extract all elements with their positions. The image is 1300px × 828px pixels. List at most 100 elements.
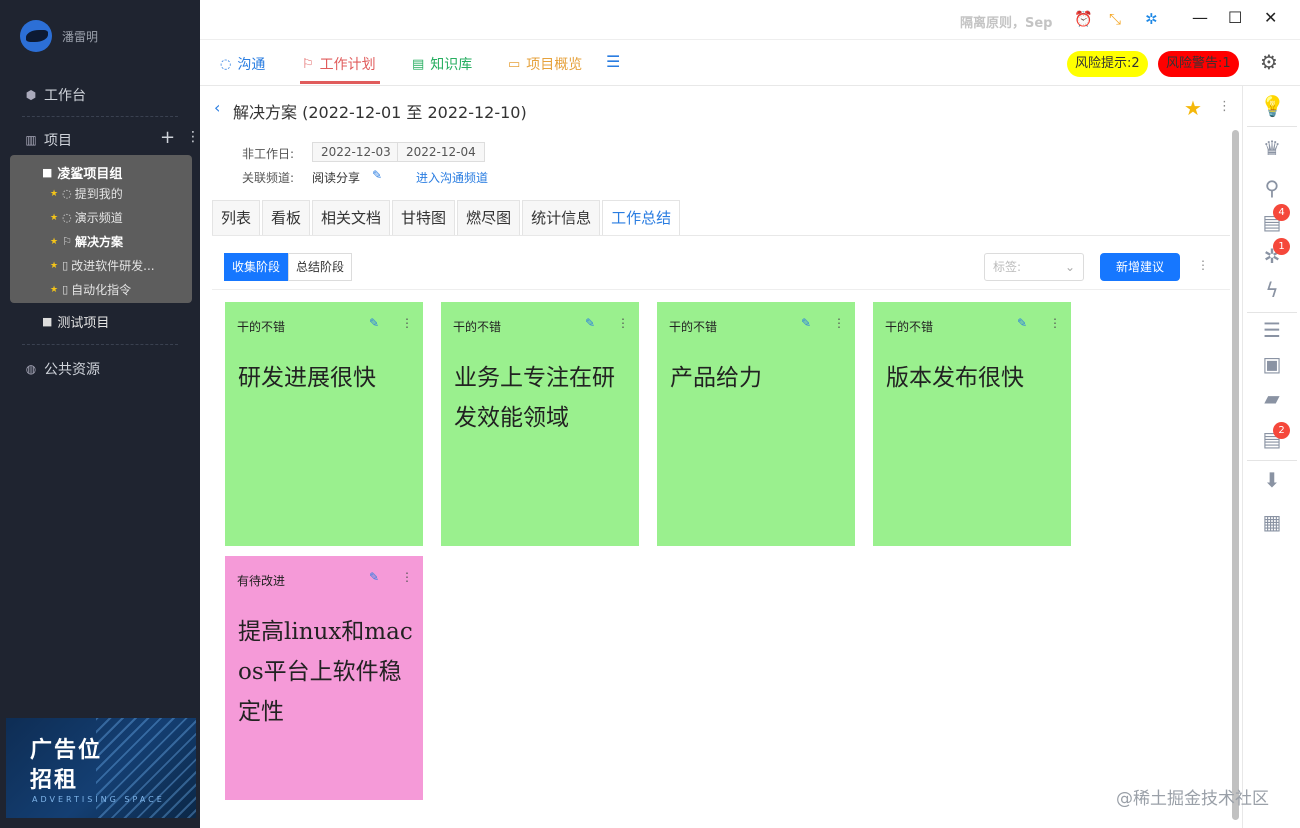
card-text: 产品给力 xyxy=(670,365,762,391)
shrink-icon[interactable]: ⤡ xyxy=(1109,10,1121,28)
edit-icon[interactable]: ✎ xyxy=(369,570,379,584)
sidebar-item-mentions[interactable]: ★ ◌ 提到我的 xyxy=(50,185,123,202)
stage-collect-button[interactable]: 收集阶段 xyxy=(224,253,289,281)
sidebar-item-label: 改进软件研发... xyxy=(71,259,155,273)
location-icon[interactable]: ⚲ xyxy=(1260,176,1284,200)
more-icon[interactable]: ⋮ xyxy=(401,570,413,584)
divider xyxy=(1247,312,1297,313)
enter-channel-link[interactable]: 进入沟通频道 xyxy=(416,169,488,186)
tab-overview[interactable]: ▭ 项目概览 xyxy=(508,54,582,74)
tab-summary[interactable]: 工作总结 xyxy=(602,200,681,236)
flag-icon: ⚐ xyxy=(62,235,72,248)
active-tab-indicator xyxy=(300,81,380,84)
sidebar-item-label: 演示频道 xyxy=(74,211,123,225)
tab-stats[interactable]: 统计信息 xyxy=(522,200,601,236)
chat-icon: ◌ xyxy=(220,56,232,72)
tab-gantt[interactable]: 甘特图 xyxy=(392,200,456,236)
flash-icon[interactable]: ϟ xyxy=(1260,278,1284,302)
folder-icon: ■ xyxy=(42,166,53,179)
lightbulb-icon[interactable]: 💡 xyxy=(1260,94,1285,118)
server-icon[interactable]: ☰ xyxy=(1260,318,1284,342)
sidebar-item-improve-doc[interactable]: ★ ▯ 改进软件研发... xyxy=(50,257,155,274)
sidebar-item-test-project[interactable]: ■ 测试项目 xyxy=(42,312,109,331)
summary-card[interactable]: 干的不错 ✎ ⋮ 业务上专注在研发效能领域 xyxy=(441,302,639,546)
more-icon[interactable]: ⋮ xyxy=(833,316,845,330)
edit-icon[interactable]: ✎ xyxy=(801,316,811,330)
menu-icon[interactable]: ☰ xyxy=(606,52,620,71)
alarm-icon[interactable]: ⏰ xyxy=(1074,10,1093,28)
divider xyxy=(22,116,178,117)
chat-icon: ◌ xyxy=(62,187,72,200)
card-text: 业务上专注在研发效能领域 xyxy=(454,365,615,431)
summary-card[interactable]: 干的不错 ✎ ⋮ 产品给力 xyxy=(657,302,855,546)
bug-icon[interactable]: ✲ xyxy=(1145,10,1158,28)
risk-hint-badge[interactable]: 风险提示:2 xyxy=(1067,51,1148,77)
tab-docs[interactable]: 相关文档 xyxy=(312,200,391,236)
tab-knowledge[interactable]: ▤ 知识库 xyxy=(412,54,472,74)
divider xyxy=(1247,460,1297,461)
sidebar-item-solution[interactable]: ★ ⚐ 解决方案 xyxy=(50,233,123,250)
scrollbar[interactable] xyxy=(1232,130,1239,820)
more-icon[interactable]: ⋮ xyxy=(401,316,413,330)
more-icon[interactable]: ⋮ xyxy=(617,316,629,330)
tab-label: 工作计划 xyxy=(319,57,376,73)
tag-select[interactable]: 标签: ⌄ xyxy=(984,253,1084,281)
minimize-button[interactable]: — xyxy=(1192,8,1208,27)
tab-communicate[interactable]: ◌ 沟通 xyxy=(220,54,265,74)
stage-switch: 收集阶段 总结阶段 xyxy=(224,253,353,281)
add-suggestion-button[interactable]: 新增建议 xyxy=(1100,253,1180,281)
tab-work-plan[interactable]: ⚐ 工作计划 xyxy=(302,54,376,74)
stage-summary-button[interactable]: 总结阶段 xyxy=(288,253,353,281)
apps-icon[interactable]: ▦ xyxy=(1260,510,1284,534)
edit-icon[interactable]: ✎ xyxy=(585,316,595,330)
more-icon[interactable]: ⋮ xyxy=(1197,258,1209,272)
card-text: 提高linux和macos平台上软件稳定性 xyxy=(238,619,413,725)
download-icon[interactable]: ⬇ xyxy=(1260,468,1284,492)
project-group-label: 凌鲨项目组 xyxy=(57,167,123,182)
title-bar: 隔离原则，Sep ⏰ ⤡ ✲ — ☐ ✕ xyxy=(200,0,1300,40)
tab-kanban[interactable]: 看板 xyxy=(262,200,311,236)
sidebar-item-automation[interactable]: ★ ▯ 自动化指令 xyxy=(50,281,131,298)
ad-banner[interactable]: 广告位 招租 ADVERTISING SPACE xyxy=(6,718,196,818)
risk-alert-badge[interactable]: 风险警告:1 xyxy=(1158,51,1239,77)
sidebar-item-workbench[interactable]: ⬢ 工作台 xyxy=(24,85,86,105)
sidebar-item-projects[interactable]: ▥ 项目 xyxy=(24,130,72,150)
card-tag: 干的不错 xyxy=(237,320,286,334)
chat-icon: ◌ xyxy=(62,211,72,224)
channel-label: 关联频道: xyxy=(242,171,295,185)
edit-icon[interactable]: ✎ xyxy=(369,316,379,330)
more-icon[interactable]: ⋮ xyxy=(1049,316,1061,330)
close-button[interactable]: ✕ xyxy=(1264,8,1277,27)
more-icon[interactable]: ⋮ xyxy=(1218,99,1231,114)
gear-icon[interactable]: ⚙ xyxy=(1260,50,1278,74)
summary-card[interactable]: 干的不错 ✎ ⋮ 研发进展很快 xyxy=(225,302,423,546)
non-workday-chip: 2022-12-04 xyxy=(397,142,485,162)
project-group-title[interactable]: ■ 凌鲨项目组 xyxy=(42,163,122,182)
tab-burndown[interactable]: 燃尽图 xyxy=(457,200,521,236)
user-profile[interactable]: 潘雷明 xyxy=(20,20,98,52)
favorite-star-icon[interactable]: ★ xyxy=(1184,96,1202,120)
channel-value: 阅读分享 xyxy=(312,171,361,185)
maximize-button[interactable]: ☐ xyxy=(1228,8,1242,27)
user-star-icon[interactable]: ♛ xyxy=(1260,136,1284,160)
search-hint[interactable]: 隔离原则，Sep xyxy=(960,12,1056,31)
sidebar-item-demo-channel[interactable]: ★ ◌ 演示频道 xyxy=(50,209,123,226)
sidebar-item-label: 测试项目 xyxy=(57,316,110,331)
back-icon[interactable]: ‹ xyxy=(214,98,220,117)
tab-label: 项目概览 xyxy=(526,57,583,73)
star-icon: ★ xyxy=(50,236,59,247)
tab-list[interactable]: 列表 xyxy=(212,200,261,236)
edit-icon[interactable]: ✎ xyxy=(372,168,382,182)
add-project-icon[interactable]: + xyxy=(160,127,175,148)
more-icon[interactable]: ⋮ xyxy=(186,129,200,145)
folder-settings-icon[interactable]: ▰ xyxy=(1260,386,1284,410)
avatar[interactable] xyxy=(20,20,52,52)
summary-card[interactable]: 有待改进 ✎ ⋮ 提高linux和macos平台上软件稳定性 xyxy=(225,556,423,800)
doc-icon: ▯ xyxy=(62,259,69,272)
folder-icon: ■ xyxy=(42,315,53,328)
summary-card[interactable]: 干的不错 ✎ ⋮ 版本发布很快 xyxy=(873,302,1071,546)
ad-subtitle: 招租 xyxy=(30,768,79,793)
terminal-icon[interactable]: ▣ xyxy=(1260,352,1284,376)
sidebar-item-public[interactable]: ◍ 公共资源 xyxy=(24,359,100,379)
edit-icon[interactable]: ✎ xyxy=(1017,316,1027,330)
